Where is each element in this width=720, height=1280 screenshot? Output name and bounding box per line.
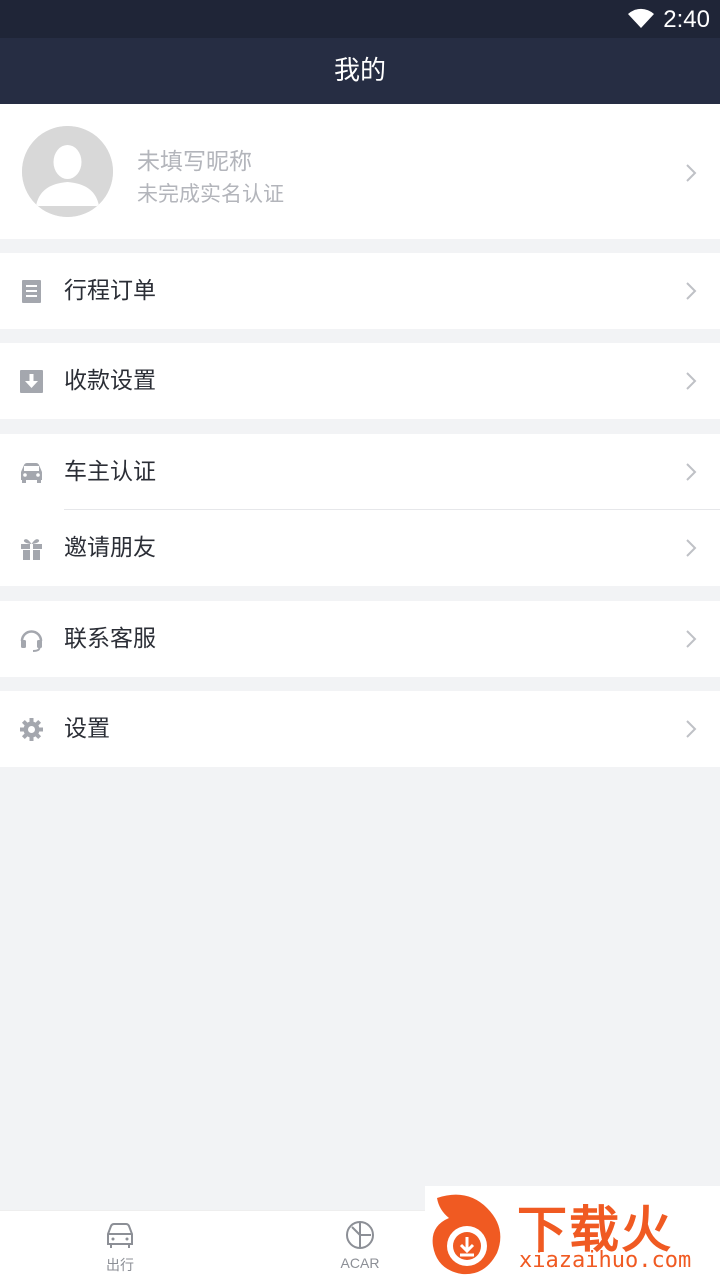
title-bar: 我的 (0, 38, 720, 104)
menu-item-orders[interactable]: 行程订单 (0, 253, 720, 329)
flame-logo-icon (427, 1188, 513, 1278)
menu-label-payment: 收款设置 (64, 368, 156, 394)
menu-group-settings: 设置 (0, 691, 720, 767)
download-icon (19, 369, 44, 394)
menu-group-support: 联系客服 (0, 601, 720, 677)
page-title: 我的 (333, 56, 386, 86)
status-bar: 2:40 (0, 0, 720, 38)
chevron-right-icon (684, 280, 698, 302)
wifi-icon (626, 6, 656, 30)
chevron-right-icon (684, 718, 698, 740)
chevron-right-icon (684, 370, 698, 392)
chevron-right-icon (684, 628, 698, 650)
status-time: 2:40 (663, 6, 710, 33)
menu-label-owner-verify: 车主认证 (64, 459, 156, 485)
menu-group-orders: 行程订单 (0, 253, 720, 329)
menu-label-support: 联系客服 (64, 626, 156, 652)
menu-item-owner-verification[interactable]: 车主认证 (0, 434, 720, 510)
gift-icon (19, 536, 44, 561)
car-icon (19, 460, 44, 485)
profile-nickname: 未填写昵称 (137, 149, 252, 175)
chevron-right-icon (684, 537, 698, 559)
tab-label-travel: 出行 (106, 1257, 134, 1273)
menu-group-payment: 收款设置 (0, 343, 720, 419)
menu-item-invite-friends[interactable]: 邀请朋友 (0, 510, 720, 586)
watermark-url: xiazaihuo.com (519, 1248, 692, 1273)
watermark-logo: 下载火 xiazaihuo.com (425, 1186, 720, 1280)
menu-item-customer-service[interactable]: 联系客服 (0, 601, 720, 677)
menu-item-settings[interactable]: 设置 (0, 691, 720, 767)
menu-item-payment-settings[interactable]: 收款设置 (0, 343, 720, 419)
gear-icon (19, 717, 44, 742)
chevron-right-icon (684, 162, 698, 184)
menu-label-invite: 邀请朋友 (64, 535, 156, 561)
profile-card[interactable]: 未填写昵称 未完成实名认证 (0, 104, 720, 239)
acar-icon (343, 1219, 377, 1251)
car-icon (103, 1219, 137, 1251)
avatar[interactable] (22, 126, 113, 217)
headset-icon (19, 627, 44, 652)
chevron-right-icon (684, 461, 698, 483)
profile-verification-status: 未完成实名认证 (137, 182, 284, 206)
tab-travel[interactable]: 出行 (0, 1211, 240, 1280)
document-icon (19, 279, 44, 304)
menu-label-settings: 设置 (64, 716, 110, 742)
menu-group-owner: 车主认证 邀请朋友 (0, 434, 720, 586)
menu-label-orders: 行程订单 (64, 278, 156, 304)
